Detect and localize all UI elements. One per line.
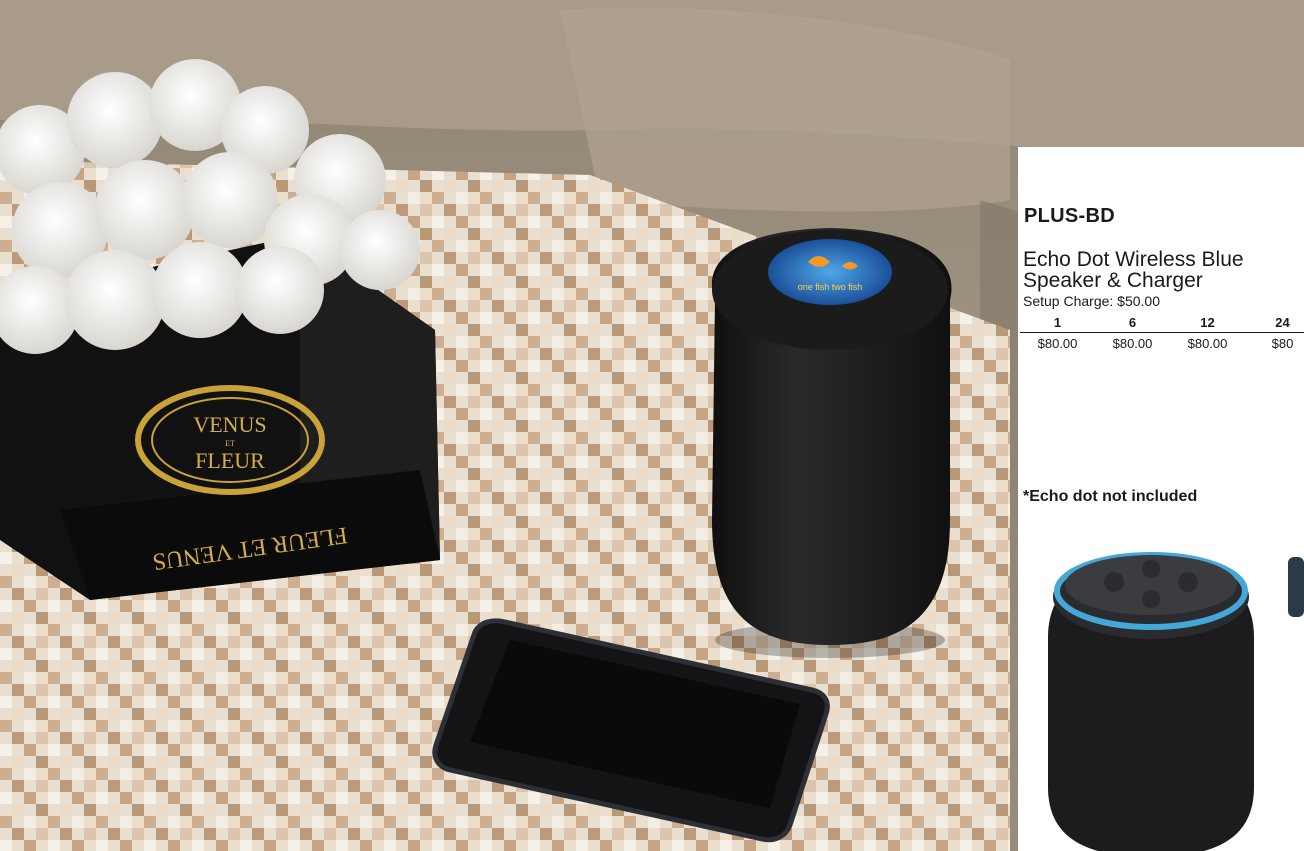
product-image: [1018, 527, 1304, 851]
quantity-cell: 12: [1170, 315, 1245, 333]
product-info-panel: PLUS-BD Echo Dot Wireless Blue Speaker &…: [1018, 147, 1304, 851]
quantity-cell: 24: [1245, 315, 1304, 333]
box-lettering-bottom: FLEUR: [195, 448, 265, 473]
product-name: Echo Dot Wireless Blue Speaker & Charger: [1023, 249, 1304, 291]
quantity-cell: 6: [1095, 315, 1170, 333]
quantity-cell: 1: [1020, 315, 1095, 333]
price-cell: $80.00: [1037, 336, 1078, 351]
pricing-table: 1 6 12 24 $80.00 $80.00 $80.00 $80: [1020, 315, 1304, 351]
price-cell: $80.00: [1187, 336, 1228, 351]
box-lettering-top: VENUS: [193, 412, 266, 437]
product-sku: PLUS-BD: [1024, 205, 1115, 227]
box-lettering-mid: ET: [225, 439, 235, 448]
product-name-line1: Echo Dot Wireless Blue: [1023, 248, 1244, 271]
price-cell: $80.00: [1112, 336, 1153, 351]
pricing-quantity-row: 1 6 12 24: [1020, 315, 1304, 333]
price-cell: $80: [1271, 336, 1294, 351]
disclaimer-note: *Echo dot not included: [1023, 488, 1198, 505]
setup-charge: Setup Charge: $50.00: [1023, 293, 1160, 309]
pricing-price-row: $80.00 $80.00 $80.00 $80: [1020, 333, 1304, 351]
speaker-top-label: one fish two fish: [798, 282, 863, 292]
speaker-illustration: one fish two fish: [711, 228, 952, 658]
product-name-line2: Speaker & Charger: [1023, 269, 1203, 292]
